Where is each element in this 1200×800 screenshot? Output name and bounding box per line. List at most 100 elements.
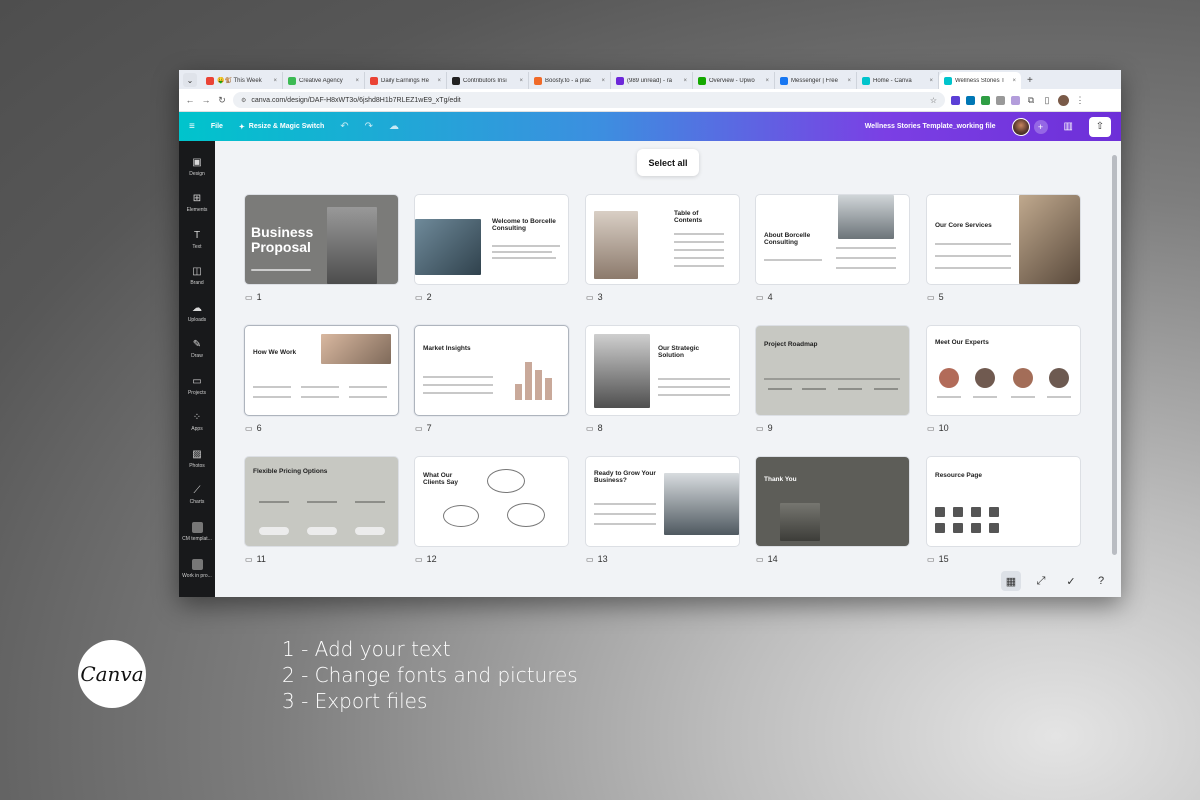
slide-thumbnail[interactable]: Our Strategic Solution	[586, 326, 739, 415]
sidebar-item-design[interactable]: ▣ Design	[179, 149, 215, 186]
slide-thumbnail[interactable]: Thank You	[756, 457, 909, 546]
extensions-puzzle-icon[interactable]: ⧉	[1026, 95, 1036, 106]
fullscreen-icon[interactable]: ⤢	[1031, 571, 1051, 591]
browser-tab[interactable]: 🤑🐒 This Week ×	[201, 72, 283, 89]
browser-tab[interactable]: (989 unread) - ra ×	[611, 72, 693, 89]
tab-favicon-icon	[370, 76, 378, 85]
sidebar-item-elements[interactable]: ⊞ Elements	[179, 186, 215, 223]
sidebar-item-apps[interactable]: ⁘ Apps	[179, 405, 215, 442]
slide-thumbnail[interactable]: About Borcelle Consulting	[756, 195, 909, 284]
forward-icon[interactable]: →	[201, 95, 211, 105]
browser-tab[interactable]: Contributors Insi ×	[447, 72, 529, 89]
slide-thumbnail[interactable]: Table of Contents	[586, 195, 739, 284]
tab-close-icon[interactable]: ×	[1012, 78, 1016, 84]
slide-thumbnail[interactable]: Resource Page	[927, 457, 1080, 546]
extension-icon[interactable]	[981, 95, 990, 105]
scrollbar[interactable]	[1112, 155, 1117, 555]
file-menu[interactable]: File	[211, 123, 223, 130]
sidebar-item-uploads[interactable]: ☁ Uploads	[179, 295, 215, 332]
tab-close-icon[interactable]: ×	[847, 78, 851, 84]
sidebar-item-draw[interactable]: ✎ Draw	[179, 332, 215, 369]
tab-close-icon[interactable]: ×	[519, 78, 523, 84]
help-icon[interactable]: ?	[1091, 571, 1111, 591]
sidebar-item-projects[interactable]: ▭ Projects	[179, 368, 215, 405]
add-collaborator-icon[interactable]: +	[1033, 119, 1048, 134]
comment-icon[interactable]: ▭	[586, 555, 594, 564]
sidebar-item-photos[interactable]: ▨ Photos	[179, 441, 215, 478]
comment-icon[interactable]: ▭	[245, 293, 253, 302]
browser-tab[interactable]: Boosty.to - a plac ×	[529, 72, 611, 89]
sidebar-item-label: Photos	[189, 462, 205, 469]
slide-thumbnail[interactable]: Project Roadmap	[756, 326, 909, 415]
comment-icon[interactable]: ▭	[756, 555, 764, 564]
comment-icon[interactable]: ▭	[586, 293, 594, 302]
tab-close-icon[interactable]: ×	[273, 78, 277, 84]
browser-tab[interactable]: Home - Canva ×	[857, 72, 939, 89]
step-3: 3 - Export files	[282, 689, 428, 713]
profile-avatar[interactable]	[1058, 94, 1069, 106]
resize-magic-switch-button[interactable]: ✦ Resize & Magic Switch	[239, 123, 324, 131]
slide-thumbnail[interactable]: Flexible Pricing Options	[245, 457, 398, 546]
tab-close-icon[interactable]: ×	[355, 78, 359, 84]
site-info-icon[interactable]: ⚙	[241, 97, 246, 104]
browser-tab[interactable]: Overview - Upwo ×	[693, 72, 775, 89]
bookmark-star-icon[interactable]: ☆	[930, 96, 937, 105]
slide-thumbnail[interactable]: Business Proposal	[245, 195, 398, 284]
url-field[interactable]: ⚙ canva.com/design/DAF-H8xWT3o/6jshd8H1b…	[233, 92, 945, 108]
step-1: 1 - Add your text	[282, 637, 451, 661]
tab-close-icon[interactable]: ×	[683, 78, 687, 84]
extension-icon[interactable]	[1011, 95, 1020, 105]
comment-icon[interactable]: ▭	[927, 424, 935, 433]
select-all-button[interactable]: Select all	[637, 149, 699, 176]
slide-thumbnail[interactable]: How We Work	[245, 326, 398, 415]
comment-icon[interactable]: ▭	[756, 293, 764, 302]
comment-icon[interactable]: ▭	[927, 293, 935, 302]
browser-menu-icon[interactable]: ⋮	[1075, 95, 1085, 106]
tab-close-icon[interactable]: ×	[437, 78, 441, 84]
sidebar-item-charts[interactable]: ⟋ Charts	[179, 478, 215, 515]
slide-thumbnail[interactable]: Our Core Services	[927, 195, 1080, 284]
sidebar-item-text[interactable]: T Text	[179, 222, 215, 259]
tab-close-icon[interactable]: ×	[765, 78, 769, 84]
side-panel-icon[interactable]: ▯	[1042, 95, 1052, 106]
slide-thumbnail[interactable]: Welcome to Borcelle Consulting	[415, 195, 568, 284]
comment-icon[interactable]: ▭	[927, 555, 935, 564]
slide-thumbnail[interactable]: Meet Our Experts	[927, 326, 1080, 415]
comment-icon[interactable]: ▭	[415, 293, 423, 302]
sidebar-item-brand[interactable]: ◫ Brand	[179, 259, 215, 296]
tab-search-icon[interactable]: ⌄	[183, 73, 197, 87]
cloud-saved-icon[interactable]: ☁	[389, 121, 399, 132]
comment-icon[interactable]: ▭	[586, 424, 594, 433]
comment-icon[interactable]: ▭	[756, 424, 764, 433]
comment-icon[interactable]: ▭	[415, 424, 423, 433]
sidebar-item-cm-templat[interactable]: CM templat...	[179, 514, 215, 551]
comment-icon[interactable]: ▭	[415, 555, 423, 564]
check-icon[interactable]: ✓	[1061, 571, 1081, 591]
user-avatar[interactable]	[1011, 117, 1030, 136]
tab-close-icon[interactable]: ×	[929, 78, 933, 84]
comment-icon[interactable]: ▭	[245, 555, 253, 564]
slide-thumbnail[interactable]: Market Insights	[415, 326, 568, 415]
browser-tab[interactable]: Daily Earnings Re ×	[365, 72, 447, 89]
document-title[interactable]: Wellness Stories Template_working file	[865, 123, 996, 130]
comment-icon[interactable]: ▭	[245, 424, 253, 433]
sidebar-item-work-in-pro[interactable]: Work in pro...	[179, 551, 215, 588]
redo-icon[interactable]: ↷	[365, 121, 373, 132]
browser-tab[interactable]: Creative Agency ×	[283, 72, 365, 89]
back-icon[interactable]: ←	[185, 95, 195, 105]
new-tab-button[interactable]: +	[1021, 75, 1039, 89]
tab-close-icon[interactable]: ×	[601, 78, 605, 84]
menu-icon[interactable]: ≡	[189, 121, 195, 132]
extension-icon[interactable]	[966, 95, 975, 105]
browser-tab[interactable]: Messenger | Free ×	[775, 72, 857, 89]
browser-tab[interactable]: Wellness Stories T ×	[939, 72, 1021, 89]
undo-icon[interactable]: ↶	[340, 121, 348, 132]
reload-icon[interactable]: ↻	[217, 95, 227, 106]
share-button[interactable]: ⇧	[1089, 116, 1111, 137]
slide-thumbnail[interactable]: Ready to Grow Your Business?	[586, 457, 739, 546]
grid-view-icon[interactable]: ▦	[1001, 571, 1021, 591]
extension-icon[interactable]	[951, 95, 960, 105]
slide-thumbnail[interactable]: What Our Clients Say	[415, 457, 568, 546]
insights-icon[interactable]: ▥	[1064, 121, 1073, 132]
extension-icon[interactable]	[996, 95, 1005, 105]
